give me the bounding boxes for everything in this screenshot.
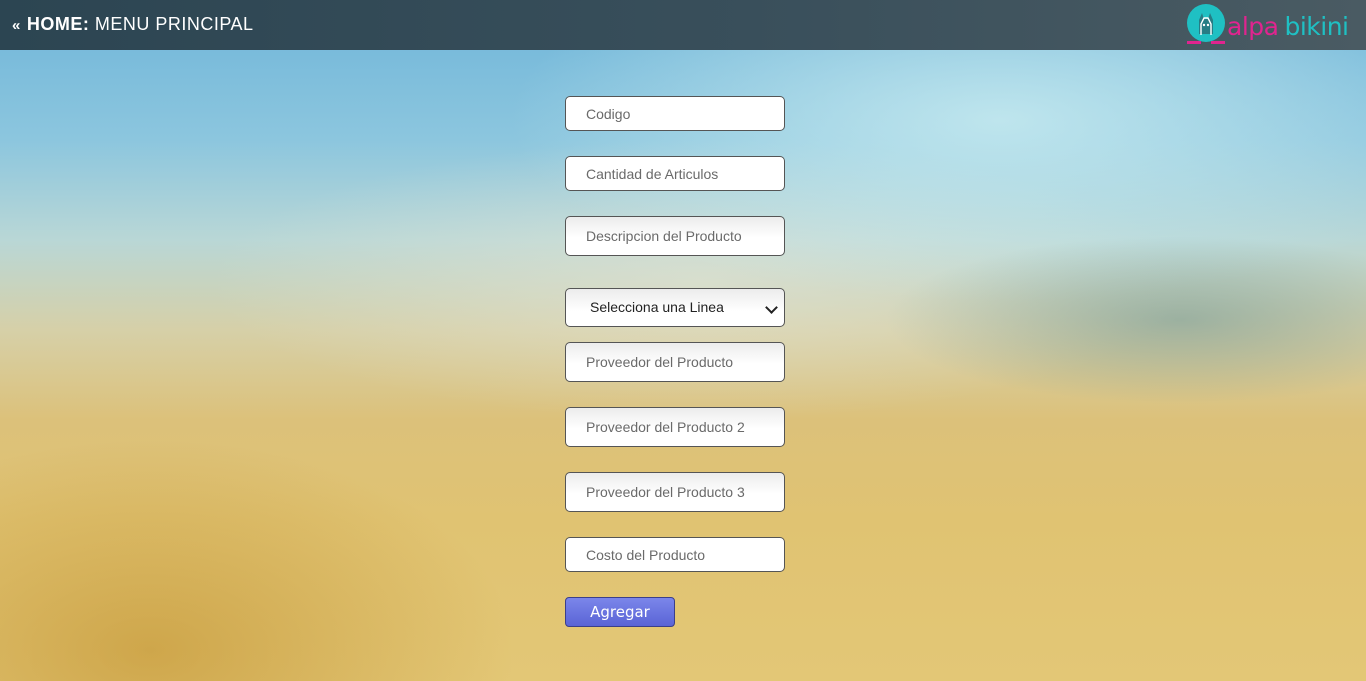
logo-wordmark: alpa bikini [1227, 14, 1349, 39]
linea-select-value: Selecciona una Linea [590, 299, 724, 315]
codigo-input[interactable] [565, 96, 785, 131]
home-link[interactable]: « HOME: MENU PRINCIPAL [12, 14, 254, 35]
costo-producto-input[interactable] [565, 537, 785, 572]
proveedor-producto-3-input[interactable] [565, 472, 785, 512]
proveedor-producto-input[interactable] [565, 342, 785, 382]
logo-word-bikini: bikini [1284, 12, 1349, 41]
alpa-bikini-logo[interactable]: alpa bikini [1181, 2, 1366, 48]
linea-select[interactable]: Selecciona una Linea [565, 288, 785, 327]
home-label: HOME: [26, 14, 90, 34]
agregar-button[interactable]: Agregar [565, 597, 675, 627]
menu-principal-label: MENU PRINCIPAL [94, 14, 254, 34]
cantidad-articulos-input[interactable] [565, 156, 785, 191]
chevron-down-icon [765, 301, 778, 314]
descripcion-producto-input[interactable] [565, 216, 785, 256]
proveedor-producto-2-input[interactable] [565, 407, 785, 447]
logo-word-alpa: alpa [1227, 12, 1279, 41]
alpaca-logo-icon [1187, 4, 1225, 44]
double-chevron-left-icon: « [12, 17, 21, 34]
top-bar: « HOME: MENU PRINCIPAL alpa bikini [0, 0, 1366, 50]
